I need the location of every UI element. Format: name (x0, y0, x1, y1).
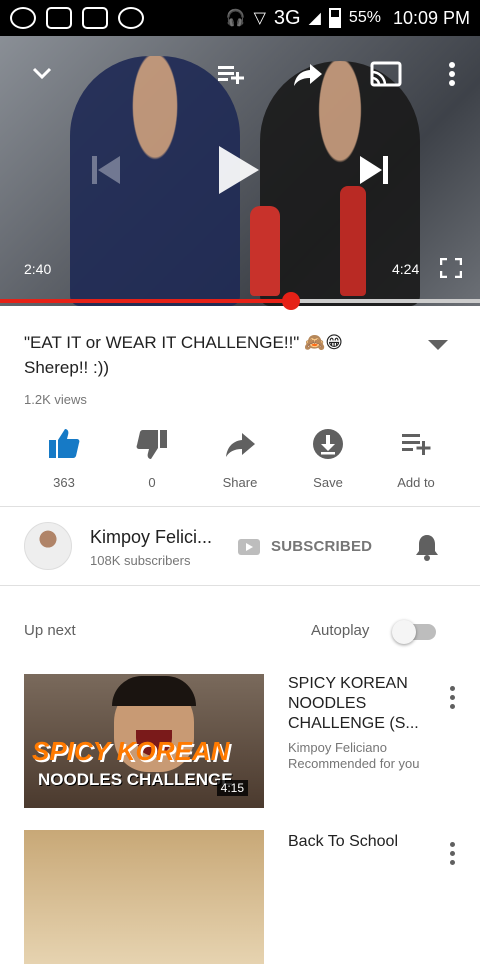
video-thumbnail[interactable]: SPICY KOREAN NOODLES CHALLENGE 4:15 (24, 674, 264, 808)
seek-bar[interactable] (0, 292, 480, 310)
battery-percent: 55% (348, 9, 381, 26)
up-next-label: Up next (24, 622, 76, 639)
video-info: "EAT IT or WEAR IT CHALLENGE!!" 🙈😁 Shere… (24, 330, 404, 407)
cast-icon[interactable] (366, 54, 406, 94)
add-to-button[interactable]: Add to (372, 420, 460, 500)
autoplay-toggle-knob (392, 620, 416, 644)
subscriber-count: 108K subscribers (90, 553, 191, 568)
save-button[interactable]: Save (284, 420, 372, 500)
list-item[interactable]: Back To School (0, 830, 480, 970)
play-icon[interactable] (219, 146, 259, 194)
divider (0, 585, 480, 586)
download-icon (313, 429, 343, 459)
add-to-label: Add to (397, 475, 435, 490)
chat-alert-icon (118, 7, 144, 29)
thumbnail-text: NOODLES CHALLENGE (38, 770, 233, 789)
share-button[interactable]: Share (196, 420, 284, 500)
message-icon (46, 7, 72, 29)
dislike-count: 0 (148, 475, 156, 490)
share-icon (226, 433, 255, 457)
fullscreen-icon[interactable] (440, 258, 462, 278)
current-time: 2:40 (24, 261, 52, 277)
divider (0, 506, 480, 507)
notification-bell-icon[interactable] (414, 533, 440, 561)
chevron-down-icon[interactable] (22, 54, 62, 94)
seek-handle[interactable] (281, 292, 300, 310)
thumbs-up-icon (49, 429, 80, 458)
list-item[interactable]: SPICY KOREAN NOODLES CHALLENGE 4:15 SPIC… (0, 674, 480, 814)
like-count: 363 (53, 475, 75, 490)
more-vert-icon[interactable] (448, 842, 456, 868)
thumbnail-hair (112, 676, 196, 706)
more-vert-icon[interactable] (448, 686, 456, 712)
video-duration: 4:15 (216, 780, 248, 796)
battery-icon (328, 8, 341, 28)
add-to-queue-icon[interactable] (210, 54, 250, 94)
messenger-icon (10, 7, 36, 29)
video-title: "EAT IT or WEAR IT CHALLENGE!!" 🙈😁 Shere… (24, 333, 343, 377)
thumbs-down-icon (136, 430, 167, 459)
youtube-subscribe-icon (238, 539, 260, 555)
video-title[interactable]: SPICY KOREAN NOODLES CHALLENGE (S... (288, 674, 436, 734)
status-bar: 🎧 ▽ 3G ◢ 55% 10:09 PM (0, 0, 480, 36)
duration: 4:24 (392, 261, 420, 277)
channel-name[interactable]: Kimpoy Felici... (90, 527, 225, 548)
expand-description-icon[interactable] (428, 340, 448, 350)
video-player[interactable]: 2:40 4:24 (0, 36, 480, 306)
headset-icon: 🎧 (225, 10, 246, 27)
previous-icon[interactable] (88, 152, 124, 188)
video-title[interactable]: Back To School (288, 832, 436, 852)
like-button[interactable]: 363 (20, 420, 108, 500)
video-thumbnail[interactable] (24, 830, 264, 964)
recommendation-note: Recommended for you (288, 756, 420, 771)
playlist-add-icon (402, 434, 431, 455)
autoplay-toggle[interactable] (392, 620, 436, 644)
more-vert-icon[interactable] (432, 54, 472, 94)
share-label: Share (222, 475, 258, 490)
dislike-button[interactable]: 0 (108, 420, 196, 500)
next-icon[interactable] (356, 152, 392, 188)
autoplay-label: Autoplay (311, 622, 370, 639)
subscribe-button[interactable]: SUBSCRIBED (271, 538, 372, 555)
avatar[interactable] (24, 522, 72, 570)
video-frame-object (250, 206, 280, 296)
action-bar: 363 0 Share Save Add to (20, 420, 460, 500)
thumbnail-text: SPICY KOREAN (32, 736, 230, 766)
gallery-icon (82, 7, 108, 29)
signal-icon: ◢ (308, 10, 321, 27)
save-label: Save (313, 475, 343, 490)
network-type: 3G (273, 6, 301, 29)
view-count: 1.2K views (24, 392, 87, 407)
wifi-icon: ▽ (253, 10, 266, 27)
channel-row[interactable]: Kimpoy Felici... 108K subscribers SUBSCR… (0, 515, 480, 585)
share-icon[interactable] (288, 54, 328, 94)
video-channel: Kimpoy Feliciano (288, 740, 387, 755)
seek-bar-played (0, 299, 291, 303)
clock: 10:09 PM (392, 7, 470, 28)
